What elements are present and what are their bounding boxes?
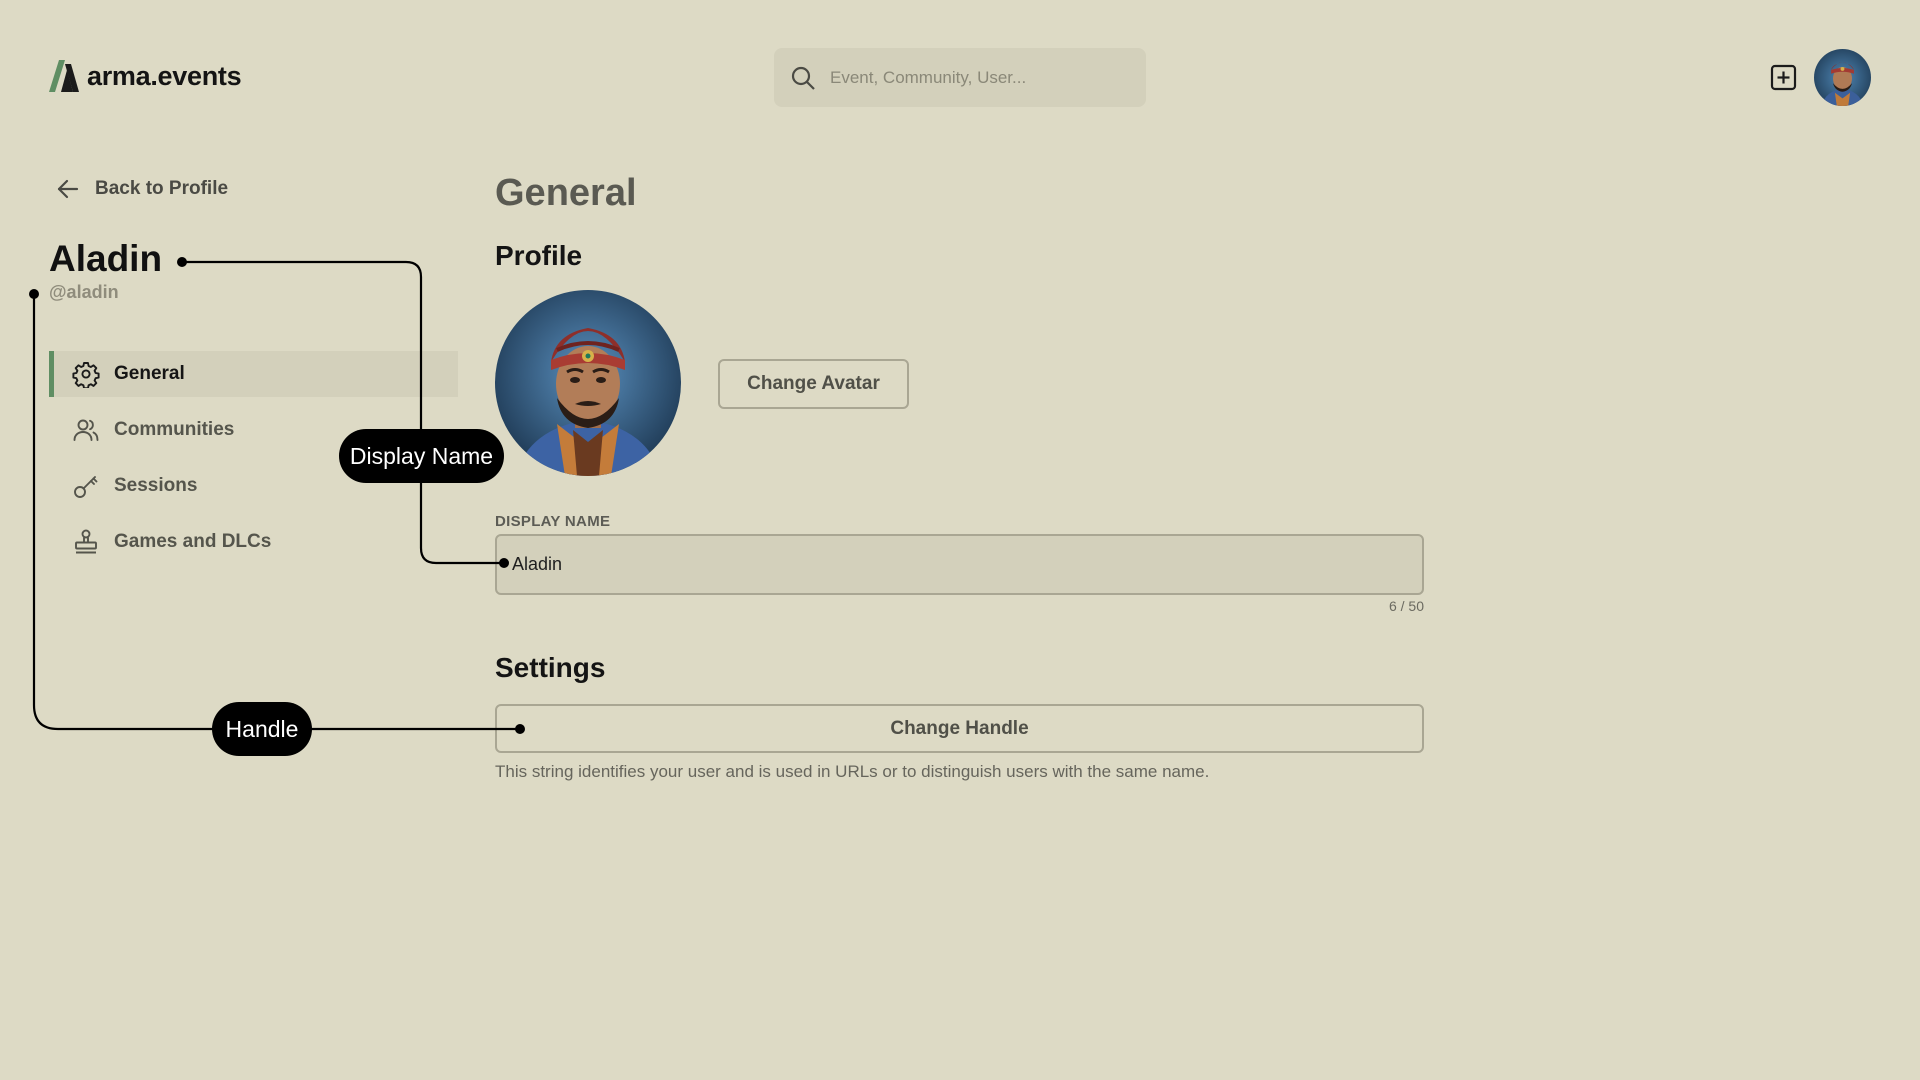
change-avatar-button[interactable]: Change Avatar [718, 359, 909, 409]
search-input[interactable] [830, 67, 1110, 88]
display-name-input[interactable] [495, 534, 1424, 595]
arrow-left-icon [57, 179, 79, 199]
connector-dot [29, 289, 39, 299]
sidebar-item-label: Communities [114, 419, 235, 440]
logo-mark-icon [49, 60, 79, 92]
logo-text: arma.events [87, 60, 242, 91]
character-counter: 6 / 50 [1388, 598, 1424, 614]
change-handle-button[interactable]: Change Handle [495, 704, 1424, 753]
user-display-name: Aladin [49, 238, 163, 279]
profile-heading: Profile [495, 240, 583, 271]
stamp-icon [75, 529, 97, 554]
settings-page: arma.events Back to Profile Aladin [0, 0, 1920, 1080]
settings-heading: Settings [495, 652, 606, 683]
sidebar-item-games-and-dlcs[interactable]: Games and DLCs [49, 519, 458, 565]
gear-icon [72, 362, 100, 388]
sidebar-item-general[interactable]: General [49, 351, 458, 397]
sidebar-item-label: General [114, 363, 185, 384]
profile-avatar [495, 290, 681, 476]
user-handle: @aladin [49, 282, 119, 302]
avatar-portrait [1814, 49, 1871, 106]
back-to-profile-label: Back to Profile [95, 178, 229, 199]
plus-square-icon[interactable] [1770, 64, 1797, 91]
avatar-portrait [495, 290, 681, 476]
display-name-label: DISPLAY NAME [495, 513, 611, 530]
search-bar[interactable] [774, 48, 1146, 107]
handle-annotation: Handle [212, 702, 312, 756]
handle-help-text: This string identifies your user and is … [495, 762, 1210, 781]
display-name-annotation: Display Name [339, 429, 504, 483]
user-avatar[interactable] [1814, 49, 1871, 106]
connector-dot [177, 257, 187, 267]
search-icon [791, 66, 815, 90]
sidebar-item-label: Games and DLCs [114, 531, 272, 552]
page-title: General [495, 172, 637, 214]
key-icon [74, 476, 98, 498]
sidebar-item-label: Sessions [114, 475, 198, 496]
back-to-profile-link[interactable]: Back to Profile [55, 176, 228, 202]
logo[interactable]: arma.events [49, 60, 242, 92]
users-icon [73, 419, 99, 441]
